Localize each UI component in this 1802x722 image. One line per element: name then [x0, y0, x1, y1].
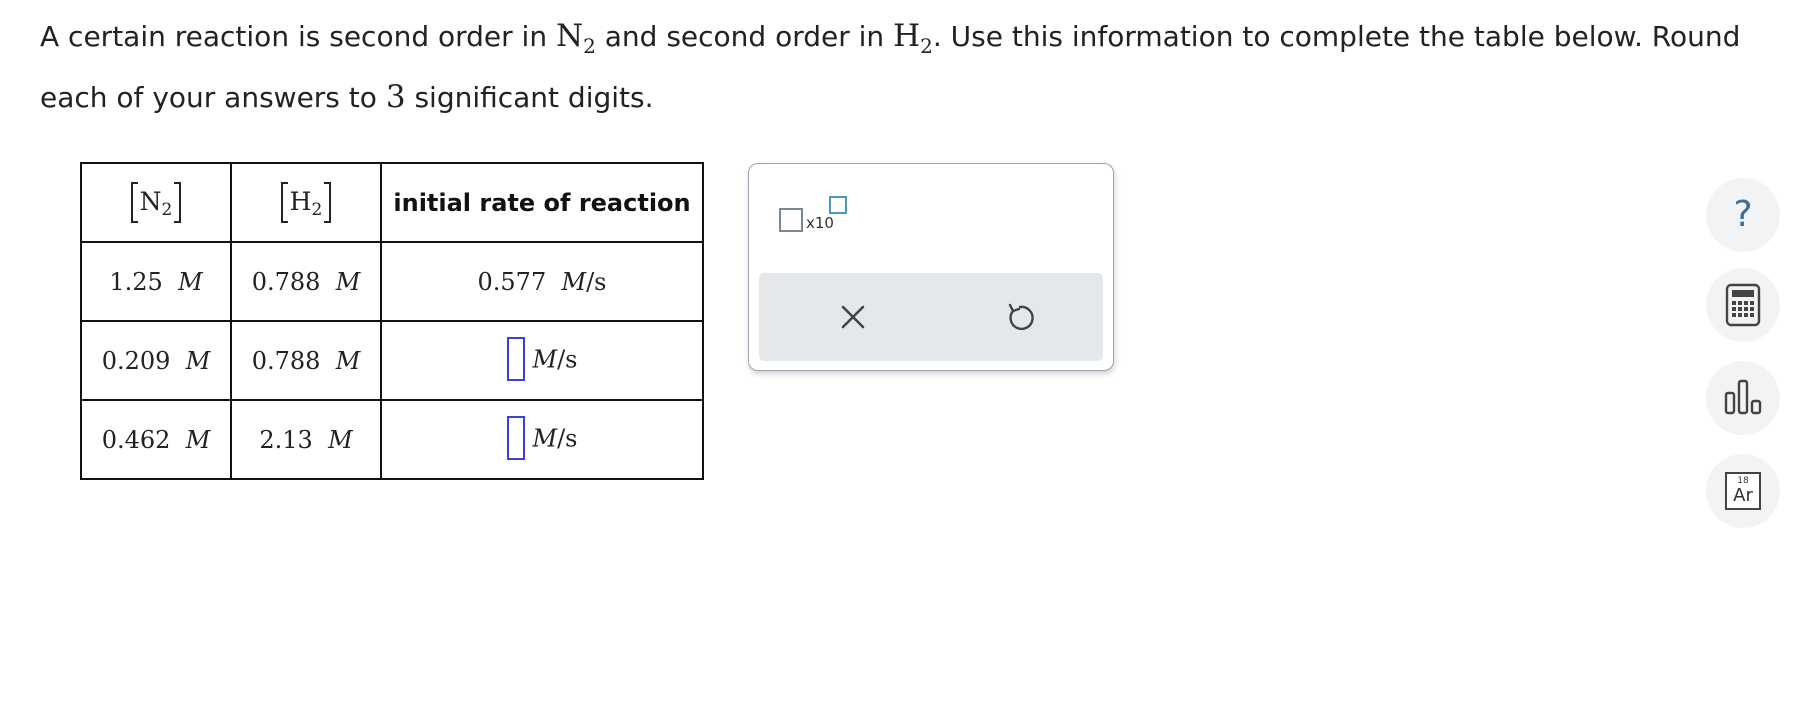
header-h2-concentration: H2	[230, 162, 382, 243]
bar-chart-icon	[1724, 379, 1762, 415]
prompt-text-2: and second order in	[595, 20, 894, 53]
header-initial-rate: initial rate of reaction	[380, 162, 704, 243]
calculator-icon	[1725, 283, 1761, 327]
periodic-table-button[interactable]: 18 Ar	[1706, 454, 1780, 528]
palette-action-bar	[759, 273, 1103, 361]
help-button[interactable]: ?	[1706, 178, 1780, 252]
element-symbol: Ar	[1733, 485, 1753, 506]
table-row: 1.25 M 0.788 M 0.577 M/s	[80, 241, 704, 322]
exponent-box-icon	[829, 196, 847, 214]
prompt-text-4: significant digits.	[405, 81, 654, 114]
answer-palette: x10	[748, 163, 1114, 371]
header-n2-concentration: N2	[80, 162, 232, 243]
undo-icon[interactable]	[1002, 299, 1038, 335]
question-prompt: A certain reaction is second order in N2…	[40, 6, 1780, 128]
cell-h2: 0.788 M	[230, 320, 382, 401]
rate-answer-input-1[interactable]	[506, 336, 525, 381]
scientific-notation-button[interactable]: x10	[779, 196, 851, 240]
cell-h2: 0.788 M	[230, 241, 382, 322]
mantissa-box-icon	[779, 208, 803, 232]
rate-answer-input-2[interactable]	[506, 415, 525, 460]
species-h2: H2	[893, 18, 933, 58]
data-chart-button[interactable]	[1706, 361, 1780, 435]
question-mark-icon: ?	[1733, 194, 1753, 235]
species-n2: N2	[555, 18, 596, 58]
cell-rate: M/s	[380, 399, 704, 480]
sig-figs-number: 3	[385, 79, 406, 115]
table-row: 0.462 M 2.13 M M/s	[80, 399, 704, 480]
rate-data-table: N2 H2 initial rate of reaction 1.25 M 0.…	[80, 162, 704, 480]
cell-h2: 2.13 M	[230, 399, 382, 480]
cell-n2: 0.462 M	[80, 399, 232, 480]
table-row: 0.209 M 0.788 M M/s	[80, 320, 704, 401]
calculator-button[interactable]	[1706, 268, 1780, 342]
cell-rate: 0.577 M/s	[380, 241, 704, 322]
periodic-table-icon: 18 Ar	[1725, 472, 1761, 510]
prompt-text-1: A certain reaction is second order in	[40, 20, 556, 53]
times-ten-label: x10	[806, 214, 834, 232]
cell-n2: 0.209 M	[80, 320, 232, 401]
cell-rate: M/s	[380, 320, 704, 401]
cell-n2: 1.25 M	[80, 241, 232, 322]
table-header-row: N2 H2 initial rate of reaction	[80, 162, 704, 243]
close-icon[interactable]	[835, 299, 871, 335]
